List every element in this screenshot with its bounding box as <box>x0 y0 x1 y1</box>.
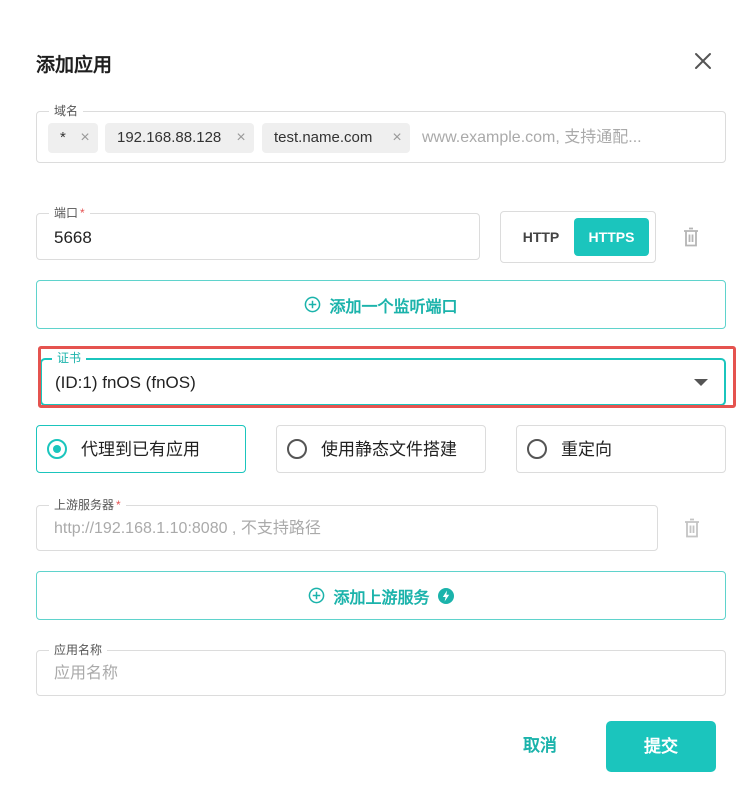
annotation-highlight-box <box>38 346 736 408</box>
upstream-input-placeholder: http://192.168.1.10:8080 , 不支持路径 <box>54 520 321 537</box>
app-name-input-placeholder: 应用名称 <box>54 665 119 682</box>
radio-redirect[interactable]: 重定向 <box>516 425 726 473</box>
chip-remove-icon[interactable]: × <box>78 123 92 153</box>
domain-input-placeholder[interactable]: www.example.com, 支持通配... <box>422 123 642 153</box>
add-upstream-button[interactable]: 添加上游服务 <box>36 571 726 620</box>
plus-circle-icon <box>305 296 321 313</box>
domain-chip-text: 192.168.88.128 <box>117 129 222 146</box>
radio-proxy-existing-app[interactable]: 代理到已有应用 <box>36 425 246 473</box>
radio-label: 使用静态文件搭建 <box>321 440 457 459</box>
domain-chip[interactable]: * × <box>48 123 98 153</box>
protocol-toggle: HTTP HTTPS <box>500 211 656 263</box>
domain-field[interactable]: 域名 * × 192.168.88.128 × test.name.com × … <box>36 103 726 163</box>
radio-unchecked-icon <box>287 439 307 459</box>
upstream-field[interactable]: 上游服务器 * http://192.168.1.10:8080 , 不支持路径 <box>36 497 658 551</box>
radio-label: 重定向 <box>561 440 612 459</box>
app-name-label: 应用名称 <box>49 642 108 658</box>
add-listen-port-button[interactable]: 添加一个监听端口 <box>36 280 726 329</box>
radio-static-files[interactable]: 使用静态文件搭建 <box>276 425 486 473</box>
upstream-label: 上游服务器 * <box>49 497 126 513</box>
add-upstream-label: 添加上游服务 <box>333 589 430 607</box>
trash-icon[interactable] <box>682 517 702 539</box>
add-app-dialog: 添加应用 域名 * × 192.168.88.128 × test.name.c… <box>0 0 756 805</box>
required-mark: * <box>116 498 121 512</box>
radio-unchecked-icon <box>527 439 547 459</box>
trash-icon[interactable] <box>681 226 701 248</box>
domain-chip[interactable]: 192.168.88.128 × <box>105 123 254 153</box>
cancel-button[interactable]: 取消 <box>508 726 572 766</box>
port-field[interactable]: 端口 * 5668 <box>36 205 480 260</box>
plus-circle-icon <box>309 587 325 604</box>
radio-checked-icon <box>47 439 67 459</box>
protocol-https-button[interactable]: HTTPS <box>574 218 649 256</box>
domain-chip-text: * <box>60 129 66 146</box>
add-listen-port-label: 添加一个监听端口 <box>329 298 458 316</box>
domain-label: 域名 <box>49 103 84 119</box>
radio-label: 代理到已有应用 <box>81 440 200 459</box>
dialog-title: 添加应用 <box>36 55 113 76</box>
port-value: 5668 <box>54 228 92 247</box>
required-mark: * <box>80 206 85 220</box>
close-icon[interactable] <box>690 48 716 74</box>
submit-button[interactable]: 提交 <box>606 721 716 772</box>
domain-chip-text: test.name.com <box>274 129 373 146</box>
lightning-badge-icon <box>437 587 454 604</box>
protocol-http-button[interactable]: HTTP <box>509 218 573 256</box>
chip-remove-icon[interactable]: × <box>390 123 404 153</box>
app-name-field[interactable]: 应用名称 应用名称 <box>36 642 726 696</box>
port-label: 端口 * <box>49 205 90 221</box>
chip-remove-icon[interactable]: × <box>234 123 248 153</box>
domain-chip[interactable]: test.name.com × <box>262 123 410 153</box>
